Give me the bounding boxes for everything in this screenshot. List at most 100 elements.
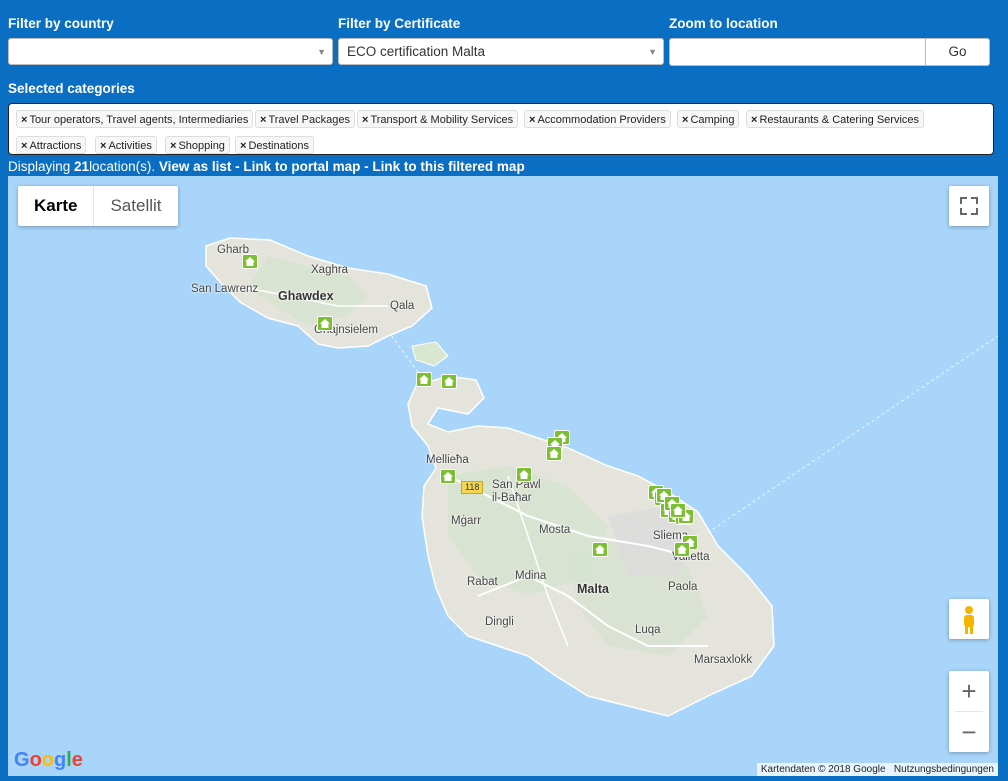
place-label: Malta	[577, 582, 609, 596]
location-marker[interactable]	[546, 446, 562, 461]
house-icon	[245, 257, 255, 266]
remove-icon[interactable]: ×	[170, 140, 176, 152]
road-badge: 118	[461, 481, 484, 494]
place-label: Marsaxlokk	[694, 654, 753, 666]
map-attribution: Kartendaten © 2018 Google Nutzungsbeding…	[756, 763, 998, 776]
place-label: Ghawdex	[278, 289, 334, 303]
zoom-out-button[interactable]: −	[949, 712, 989, 752]
category-chip-label: Transport & Mobility Services	[370, 114, 514, 126]
remove-icon[interactable]: ×	[240, 140, 246, 152]
certificate-select[interactable]: ECO certification Malta ▼	[338, 38, 664, 65]
zoom-location-label: Zoom to location	[669, 16, 778, 31]
map-type-toggle[interactable]: Karte Satellit	[18, 186, 178, 226]
category-chip[interactable]: × Travel Packages	[255, 110, 355, 128]
place-label: Mosta	[539, 524, 571, 536]
place-label: Dingli	[485, 616, 514, 628]
map-type-satellite[interactable]: Satellit	[94, 186, 177, 226]
house-icon	[519, 470, 529, 479]
results-prefix: Displaying	[8, 159, 75, 174]
remove-icon[interactable]: ×	[362, 114, 368, 126]
place-label: Qala	[390, 300, 415, 312]
category-chip-label: Camping	[690, 114, 735, 126]
map-data-attribution: Kartendaten © 2018 Google	[760, 764, 886, 775]
category-chip[interactable]: × Destinations	[235, 136, 314, 154]
portal-map-link[interactable]: Link to portal map	[243, 159, 360, 174]
category-chip[interactable]: × Attractions	[16, 136, 87, 154]
location-marker[interactable]	[416, 372, 432, 387]
remove-icon[interactable]: ×	[260, 114, 266, 126]
category-chip-label: Restaurants & Catering Services	[759, 114, 920, 126]
remove-icon[interactable]: ×	[529, 114, 535, 126]
google-logo: Google	[14, 749, 83, 771]
map-terrain	[205, 237, 998, 717]
house-icon	[673, 506, 683, 515]
location-marker[interactable]	[592, 542, 608, 557]
house-icon	[549, 449, 559, 458]
category-chip-label: Activities	[108, 140, 152, 152]
zoom-control[interactable]: + −	[949, 671, 989, 752]
place-label: Mellieħa	[426, 454, 469, 466]
category-chip-label: Destinations	[248, 140, 309, 152]
results-count: 21	[74, 159, 90, 174]
category-chip[interactable]: × Restaurants & Catering Services	[746, 110, 925, 128]
certificate-filter-label: Filter by Certificate	[338, 16, 461, 31]
location-marker[interactable]	[516, 467, 532, 482]
house-icon	[444, 377, 454, 386]
location-marker[interactable]	[670, 503, 686, 518]
place-label: Paola	[668, 581, 698, 593]
place-label: Mdina	[515, 570, 547, 582]
location-marker[interactable]	[242, 254, 258, 269]
pegman-icon	[964, 606, 974, 634]
category-chip-label: Tour operators, Travel agents, Intermedi…	[29, 114, 249, 126]
remove-icon[interactable]: ×	[100, 140, 106, 152]
category-chip[interactable]: × Shopping	[165, 136, 230, 154]
fullscreen-button[interactable]	[949, 186, 989, 226]
category-chip[interactable]: × Accommodation Providers	[524, 110, 671, 128]
results-summary: Displaying 21location(s). View as list -…	[8, 159, 525, 174]
selected-categories-label: Selected categories	[8, 81, 135, 96]
location-marker[interactable]	[441, 374, 457, 389]
house-icon	[677, 545, 687, 554]
category-chip-label: Travel Packages	[268, 114, 350, 126]
remove-icon[interactable]: ×	[21, 114, 27, 126]
go-button[interactable]: Go	[925, 38, 990, 66]
place-label: San Pawl il-Baħar	[492, 479, 541, 504]
filtered-map-link[interactable]: Link to this filtered map	[372, 159, 524, 174]
category-chip[interactable]: × Transport & Mobility Services	[357, 110, 519, 128]
view-as-list-link[interactable]: View as list	[159, 159, 232, 174]
house-icon	[595, 545, 605, 554]
country-filter-label: Filter by country	[8, 16, 114, 31]
category-chip-label: Accommodation Providers	[537, 114, 666, 126]
certificate-select-value: ECO certification Malta	[347, 44, 486, 59]
category-chip[interactable]: × Tour operators, Travel agents, Intermed…	[16, 110, 254, 128]
chevron-down-icon: ▼	[317, 47, 326, 57]
separator: -	[360, 159, 373, 174]
street-view-button[interactable]	[949, 599, 989, 639]
place-label: Rabat	[467, 576, 498, 588]
location-marker[interactable]	[440, 469, 456, 484]
map[interactable]: Karte Satellit + − Gharb Xaghra San Lawr…	[8, 176, 998, 776]
remove-icon[interactable]: ×	[682, 114, 688, 126]
location-marker[interactable]	[317, 316, 333, 331]
terms-link[interactable]: Nutzungsbedingungen	[894, 764, 994, 775]
country-select[interactable]: ▼	[8, 38, 333, 65]
separator: -	[231, 159, 244, 174]
zoom-location-input[interactable]	[669, 38, 926, 66]
house-icon	[320, 319, 330, 328]
results-suffix: location(s).	[89, 159, 156, 174]
category-chip[interactable]: × Camping	[677, 110, 740, 128]
categories-box[interactable]: × Tour operators, Travel agents, Intermed…	[8, 103, 994, 155]
remove-icon[interactable]: ×	[751, 114, 757, 126]
map-type-map[interactable]: Karte	[18, 186, 95, 226]
place-label: San Lawrenz	[191, 283, 259, 295]
remove-icon[interactable]: ×	[21, 140, 27, 152]
location-marker[interactable]	[674, 542, 690, 557]
house-icon	[419, 375, 429, 384]
zoom-in-button[interactable]: +	[949, 671, 989, 711]
place-label: Xaghra	[311, 264, 349, 276]
house-icon	[443, 472, 453, 481]
chevron-down-icon: ▼	[648, 47, 657, 57]
category-chip[interactable]: × Activities	[95, 136, 157, 154]
category-chip-label: Shopping	[178, 140, 225, 152]
fullscreen-icon	[960, 197, 978, 215]
